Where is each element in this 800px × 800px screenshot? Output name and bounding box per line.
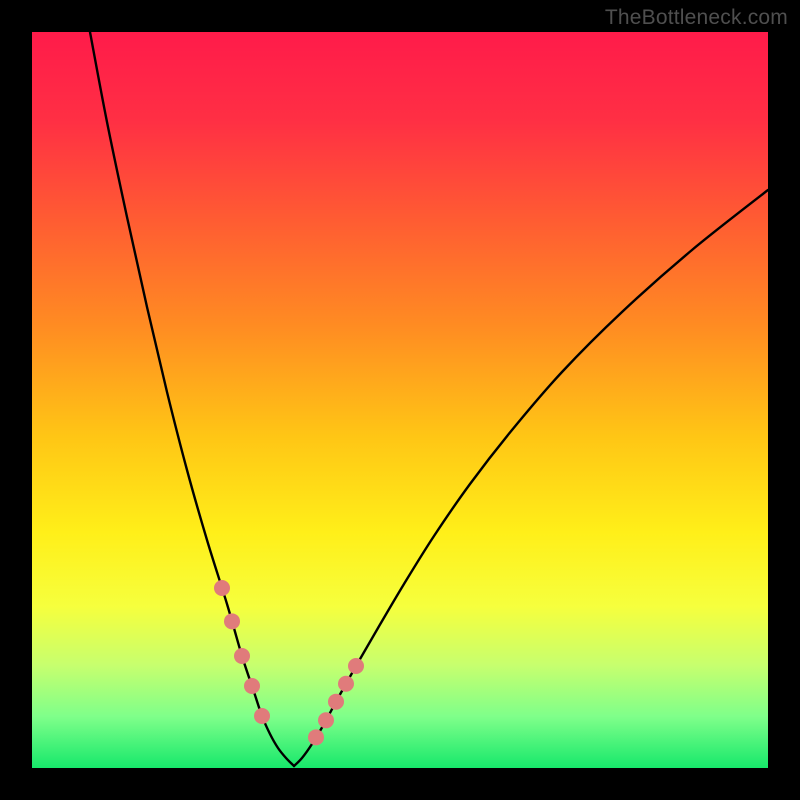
watermark-text: TheBottleneck.com — [605, 6, 788, 30]
overlay-dot — [244, 678, 260, 694]
overlay-dot — [348, 658, 364, 674]
overlay-dot — [254, 708, 270, 724]
curve-left — [90, 32, 294, 766]
overlay-dot — [338, 676, 354, 692]
overlay-dot — [328, 694, 344, 710]
overlay-dot — [234, 648, 250, 664]
dotted-overlay — [214, 580, 364, 745]
overlay-dot — [214, 580, 230, 596]
chart-container: TheBottleneck.com — [0, 0, 800, 800]
overlay-dot — [318, 712, 334, 728]
overlay-dot — [308, 729, 324, 745]
curve-right — [294, 190, 768, 766]
overlay-dot — [224, 613, 240, 629]
plot-area — [32, 32, 768, 768]
curve-layer — [32, 32, 768, 768]
